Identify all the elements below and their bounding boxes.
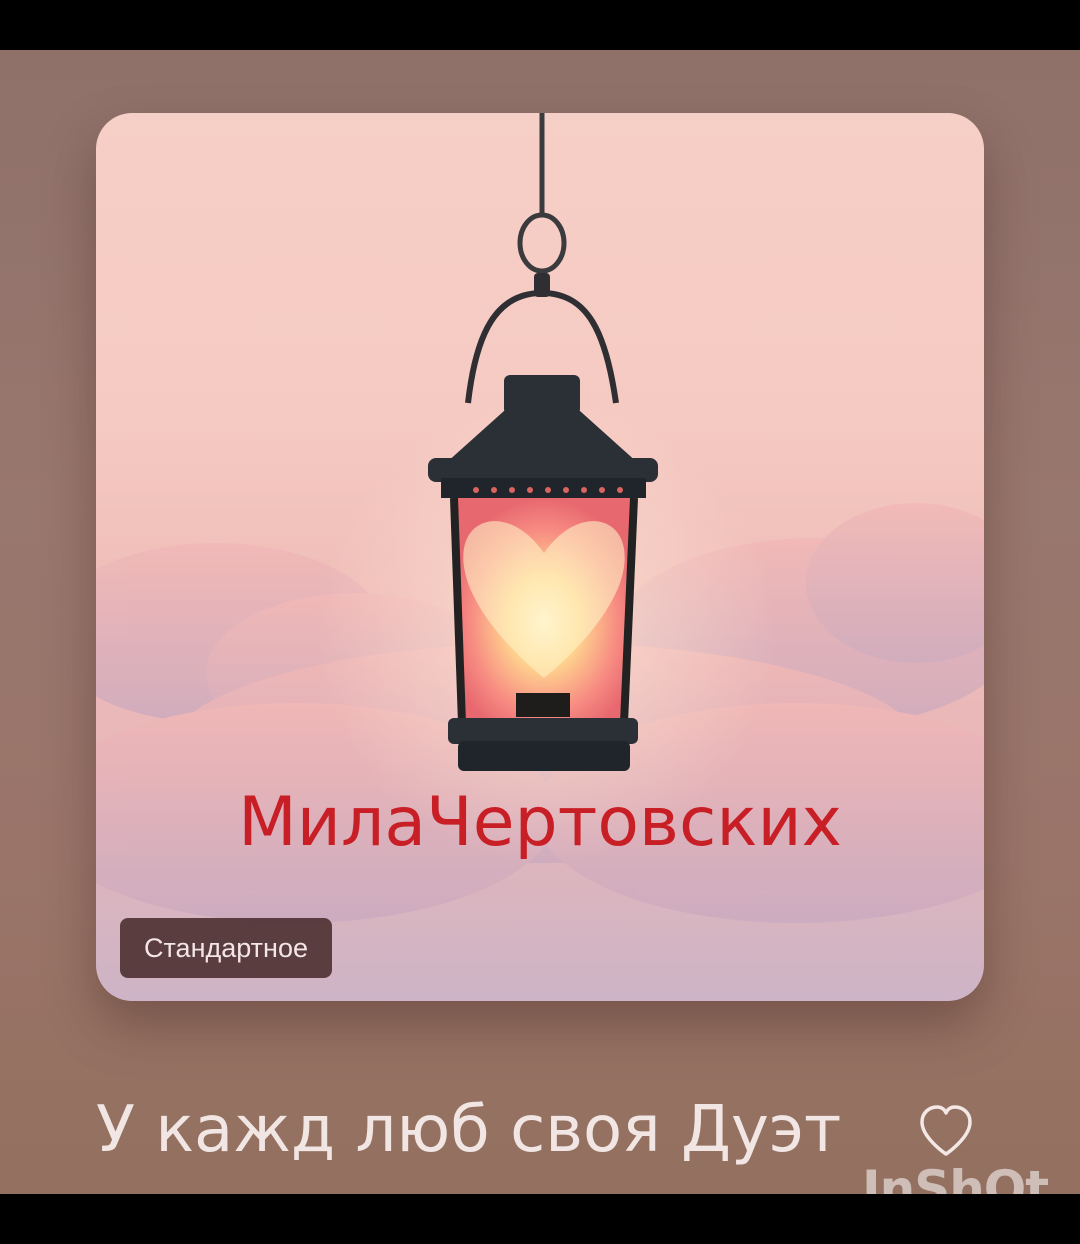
track-title: У кажд люб своя Дуэт — [96, 1093, 842, 1167]
heart-outline-icon — [920, 1105, 972, 1156]
quality-badge[interactable]: Стандартное — [120, 918, 332, 978]
track-info-row: У кажд люб своя Дуэт — [96, 1090, 984, 1170]
like-button[interactable] — [914, 1102, 978, 1162]
player-screen: МилаЧертовских Стандартное У кажд люб св… — [0, 50, 1080, 1194]
top-black-bar — [0, 0, 1080, 50]
artist-overlay-text: МилаЧертовских — [238, 783, 842, 862]
inshot-watermark: InShOt — [862, 1160, 1049, 1194]
lantern-artwork — [96, 113, 984, 923]
album-cover[interactable]: МилаЧертовских Стандартное — [96, 113, 984, 1001]
bottom-black-bar — [0, 1194, 1080, 1244]
